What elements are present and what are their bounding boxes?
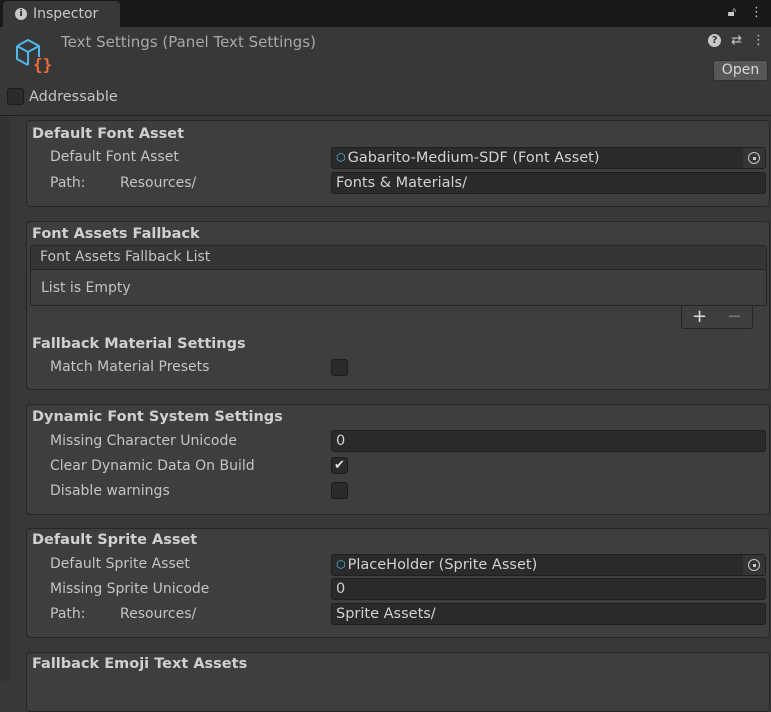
sprite-path-input[interactable]: Sprite Assets/: [331, 603, 766, 625]
left-gutter: [0, 117, 10, 681]
info-icon: i: [15, 8, 27, 20]
tab-label: Inspector: [33, 6, 99, 22]
disable-warnings-checkbox[interactable]: [331, 482, 348, 499]
font-asset-icon: ⬡: [336, 151, 346, 164]
addressable-checkbox[interactable]: [7, 88, 24, 105]
default-font-label: Default Font Asset: [50, 149, 179, 165]
more-menu-icon[interactable]: ⋮: [750, 5, 763, 20]
sprite-asset-icon: ⬡: [336, 558, 346, 571]
missing-sprite-label: Missing Sprite Unicode: [50, 581, 210, 597]
section-title: Default Font Asset: [32, 126, 185, 142]
missing-unicode-label: Missing Character Unicode: [50, 433, 237, 449]
checkmark-icon: ✔: [334, 458, 345, 473]
sprite-asset-value: PlaceHolder (Sprite Asset): [347, 557, 538, 573]
section-title: Fallback Emoji Text Assets: [32, 656, 248, 672]
clear-dynamic-checkbox[interactable]: ✔: [331, 457, 348, 474]
default-sprite-field[interactable]: ⬡ PlaceHolder (Sprite Asset): [331, 554, 766, 576]
font-asset-value: Gabarito-Medium-SDF (Font Asset): [347, 150, 600, 166]
clear-dynamic-label: Clear Dynamic Data On Build: [50, 458, 255, 474]
object-picker-icon[interactable]: [743, 148, 765, 168]
sprite-path-label: Path:: [50, 606, 86, 622]
sprite-path-prefix: Resources/: [120, 606, 197, 622]
svg-text:{}: {}: [33, 55, 52, 73]
text-settings-asset-icon: {}: [16, 38, 52, 73]
font-path-input[interactable]: Fonts & Materials/: [331, 172, 766, 194]
remove-item-button[interactable]: −: [727, 306, 742, 327]
fallback-emoji-section: Fallback Emoji Text Assets: [26, 652, 770, 712]
missing-unicode-input[interactable]: 0: [331, 430, 766, 452]
tab-inspector[interactable]: i Inspector: [3, 1, 120, 27]
list-header[interactable]: Font Assets Fallback List: [31, 246, 766, 270]
section-title: Dynamic Font System Settings: [32, 409, 283, 425]
inspector-header: {} Text Settings (Panel Text Settings) ?…: [0, 27, 771, 116]
section-title: Font Assets Fallback: [32, 226, 200, 242]
default-font-section: Default Font Asset Default Font Asset ⬡ …: [26, 120, 770, 207]
fallback-list: Font Assets Fallback List List is Empty: [30, 245, 767, 306]
help-icon[interactable]: ?: [708, 34, 722, 47]
font-fallback-section: Font Assets Fallback Font Assets Fallbac…: [26, 221, 770, 390]
disable-warnings-label: Disable warnings: [50, 483, 170, 499]
list-empty-text: List is Empty: [41, 280, 131, 296]
more-menu-icon[interactable]: ⋮: [752, 33, 765, 48]
presets-icon[interactable]: ⇄: [731, 33, 742, 48]
addressable-toggle[interactable]: Addressable: [7, 88, 118, 105]
add-item-button[interactable]: +: [692, 306, 707, 327]
match-material-checkbox[interactable]: [331, 359, 348, 376]
section-title: Default Sprite Asset: [32, 532, 198, 548]
default-font-field[interactable]: ⬡ Gabarito-Medium-SDF (Font Asset): [331, 147, 766, 169]
list-footer: + −: [681, 305, 753, 329]
default-sprite-label: Default Sprite Asset: [50, 556, 190, 572]
tab-bar: i Inspector 🔓︎ ⋮: [0, 0, 771, 27]
dynamic-font-section: Dynamic Font System Settings Missing Cha…: [26, 404, 770, 515]
asset-title: Text Settings (Panel Text Settings): [61, 33, 316, 51]
missing-sprite-input[interactable]: 0: [331, 578, 766, 600]
path-label: Path:: [50, 175, 86, 191]
open-button[interactable]: Open: [713, 60, 768, 81]
addressable-label: Addressable: [29, 88, 118, 105]
path-prefix: Resources/: [120, 175, 197, 191]
default-sprite-section: Default Sprite Asset Default Sprite Asse…: [26, 528, 770, 638]
fallback-material-title: Fallback Material Settings: [32, 336, 246, 352]
object-picker-icon[interactable]: [743, 555, 765, 575]
match-material-label: Match Material Presets: [50, 359, 210, 375]
lock-icon[interactable]: 🔓︎: [728, 5, 736, 20]
